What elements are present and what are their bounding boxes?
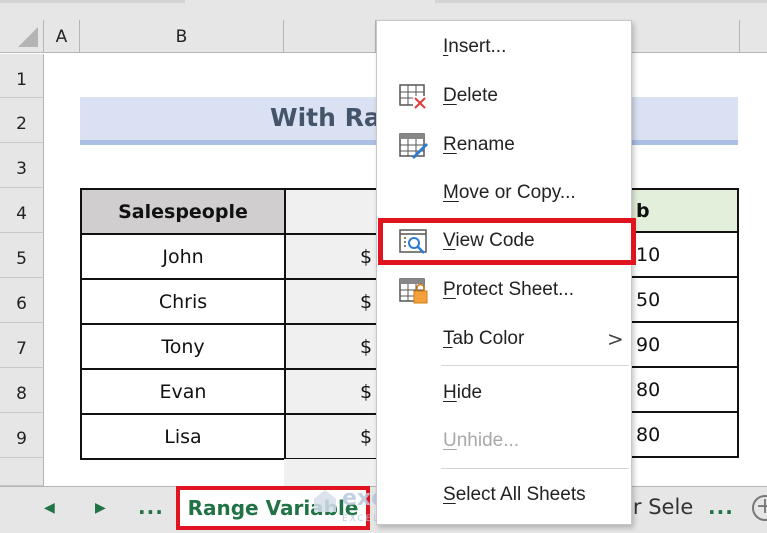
- prev-sheet-button[interactable]: ◀: [44, 500, 55, 516]
- cell-partial-value[interactable]: 80: [630, 368, 739, 413]
- menu-item-unhide: Unhide...: [377, 421, 633, 461]
- column-header-e[interactable]: [632, 20, 740, 53]
- menu-separator: [441, 468, 629, 469]
- row-header-8[interactable]: 8: [0, 368, 44, 413]
- menu-separator: [441, 365, 629, 366]
- sheet-context-menu: Insert... Delete Rename Move or Copy... …: [376, 20, 632, 525]
- menu-item-label: Tab Color: [443, 328, 525, 349]
- cell-name[interactable]: Lisa: [80, 413, 286, 460]
- header-salespeople[interactable]: Salespeople: [80, 188, 286, 235]
- row-header-4[interactable]: 4: [0, 188, 44, 233]
- header-partial[interactable]: b: [630, 188, 739, 233]
- row-header-3[interactable]: 3: [0, 143, 44, 188]
- column-header-c[interactable]: [284, 20, 376, 53]
- more-sheets-left-button[interactable]: ...: [138, 495, 164, 519]
- accelerator-key: I: [443, 36, 449, 57]
- menu-item-select-all-sheets[interactable]: Select All Sheets: [377, 475, 633, 515]
- menu-item-insert[interactable]: Insert...: [377, 27, 633, 67]
- top-bar-segment: [435, 0, 767, 3]
- row-header-10[interactable]: [0, 458, 44, 486]
- cell-name[interactable]: John: [80, 233, 286, 280]
- menu-item-label: Insert...: [443, 36, 507, 57]
- accelerator-key: M: [443, 182, 459, 203]
- cell-name[interactable]: Chris: [80, 278, 286, 325]
- menu-item-move-or-copy[interactable]: Move or Copy...: [377, 173, 633, 213]
- row-header-6[interactable]: 6: [0, 278, 44, 323]
- menu-item-protect-sheet[interactable]: Protect Sheet...: [377, 270, 633, 310]
- accelerator-key: S: [443, 484, 456, 505]
- cell-name[interactable]: Evan: [80, 368, 286, 415]
- column-header-b[interactable]: B: [80, 20, 284, 53]
- accelerator-key: P: [443, 279, 456, 300]
- cell-shading: [284, 459, 376, 489]
- menu-item-label: Unhide...: [443, 430, 520, 451]
- cell-partial-value[interactable]: 80: [630, 413, 739, 458]
- select-all-corner[interactable]: [0, 20, 44, 53]
- menu-item-delete[interactable]: Delete: [377, 76, 633, 116]
- more-sheets-right-button[interactable]: ...: [708, 495, 734, 519]
- right-column-cells: b 10 50 90 80 80: [630, 188, 739, 458]
- accelerator-key: D: [443, 85, 457, 106]
- submenu-chevron-right-icon: >: [607, 327, 624, 351]
- menu-item-label: Move or Copy...: [443, 182, 576, 203]
- cell-partial-value[interactable]: 90: [630, 323, 739, 368]
- select-all-triangle-icon: [18, 27, 38, 47]
- accelerator-key: R: [443, 134, 457, 155]
- row-header-7[interactable]: 7: [0, 323, 44, 368]
- rename-sheet-icon: [399, 133, 429, 159]
- accelerator-key: U: [443, 430, 457, 451]
- menu-item-rename[interactable]: Rename: [377, 125, 633, 165]
- menu-item-label: Protect Sheet...: [443, 279, 574, 300]
- top-bar: [0, 0, 767, 20]
- menu-item-label: Hide: [443, 382, 483, 403]
- menu-item-label: Rename: [443, 134, 515, 155]
- next-sheet-button[interactable]: ▶: [95, 500, 106, 516]
- column-header-a[interactable]: A: [44, 20, 80, 53]
- menu-item-hide[interactable]: Hide: [377, 373, 633, 413]
- accelerator-key: T: [443, 328, 453, 349]
- sheet-tab-range-variable[interactable]: Range Variable: [176, 486, 370, 530]
- view-code-highlight-box: [378, 218, 636, 265]
- cell-partial-value[interactable]: 50: [630, 278, 739, 323]
- menu-item-label: Delete: [443, 85, 498, 106]
- accelerator-key: H: [443, 382, 457, 403]
- top-bar-segment: [0, 0, 185, 3]
- cell-partial-value[interactable]: 10: [630, 233, 739, 278]
- row-header-1[interactable]: 1: [0, 54, 44, 98]
- row-header-9[interactable]: 9: [0, 413, 44, 458]
- menu-item-tab-color[interactable]: Tab Color >: [377, 319, 633, 359]
- delete-sheet-icon: [399, 84, 429, 110]
- sheet-title-text: With Ra: [270, 103, 381, 132]
- menu-item-label: Select All Sheets: [443, 484, 586, 505]
- row-header-2[interactable]: 2: [0, 98, 44, 143]
- row-header-5[interactable]: 5: [0, 233, 44, 278]
- cell-name[interactable]: Tony: [80, 323, 286, 370]
- protect-sheet-icon: [399, 278, 429, 304]
